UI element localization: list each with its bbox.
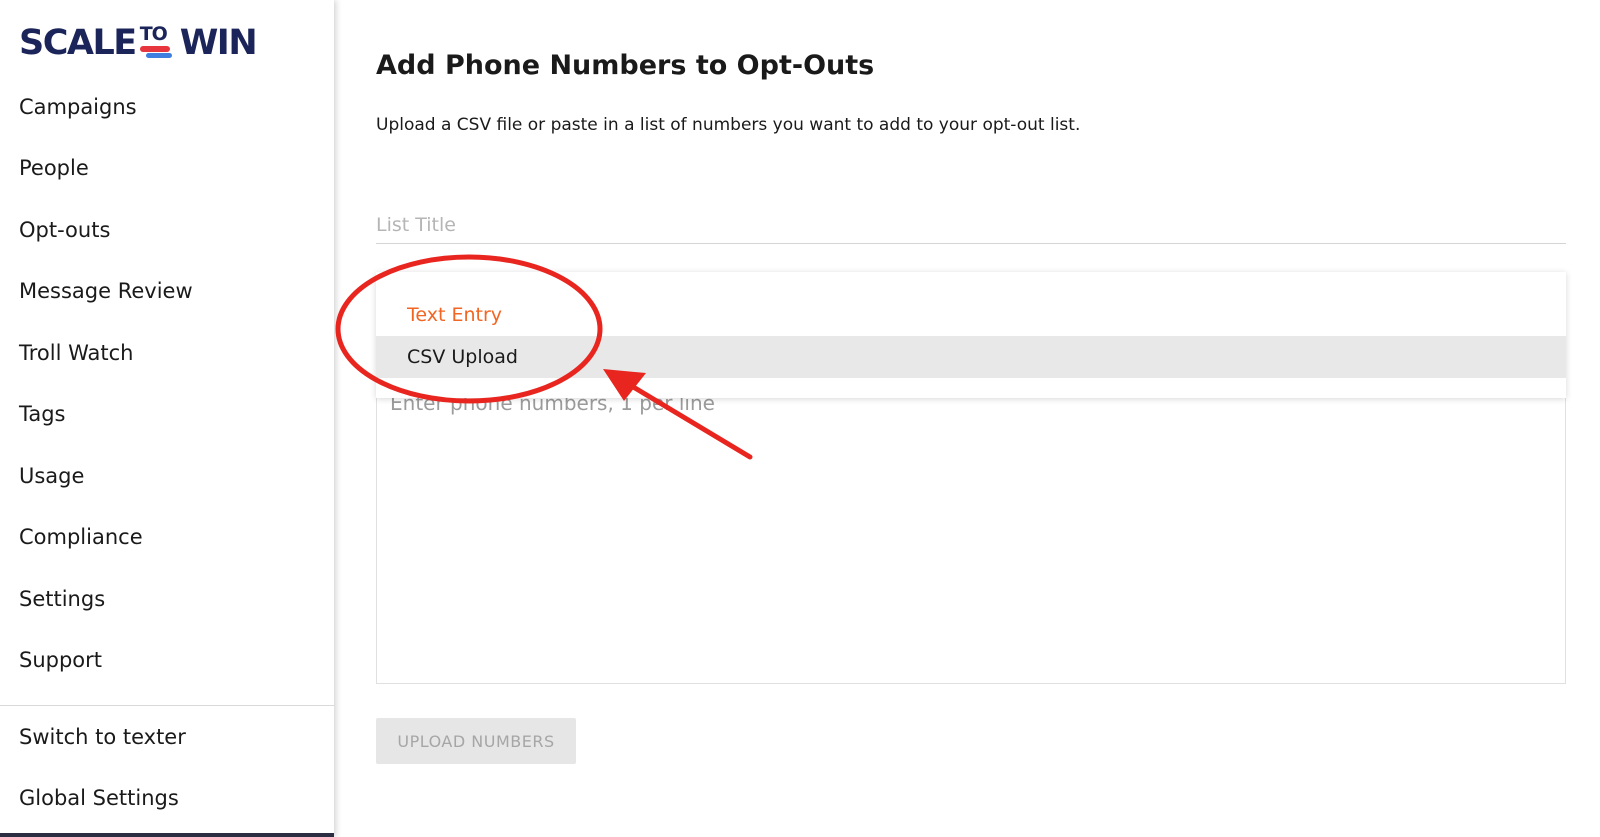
logo-red-stripe bbox=[139, 46, 170, 52]
logo-to-mark: TO bbox=[138, 22, 178, 62]
logo-text-win: WIN bbox=[179, 23, 258, 63]
logo-blue-stripe bbox=[145, 53, 172, 58]
sidebar-bottom-edge bbox=[0, 833, 334, 837]
sidebar-item-compliance[interactable]: Compliance bbox=[19, 517, 319, 557]
sidebar-item-global-settings[interactable]: Global Settings bbox=[19, 778, 319, 818]
logo-text-to: TO bbox=[139, 23, 168, 45]
sidebar-item-troll-watch[interactable]: Troll Watch bbox=[19, 333, 319, 373]
dropdown-option-text-entry[interactable]: Text Entry bbox=[376, 294, 1566, 336]
dropdown-option-csv-upload[interactable]: CSV Upload bbox=[376, 336, 1566, 378]
sidebar: SCALE TO WIN Campaigns People Opt-outs M… bbox=[0, 0, 334, 837]
list-title-input[interactable] bbox=[376, 206, 1566, 244]
sidebar-item-opt-outs[interactable]: Opt-outs bbox=[19, 210, 319, 250]
page-description: Upload a CSV file or paste in a list of … bbox=[376, 115, 1081, 135]
sidebar-item-support[interactable]: Support bbox=[19, 640, 319, 680]
logo-text-scale: SCALE bbox=[19, 23, 137, 63]
page-title: Add Phone Numbers to Opt-Outs bbox=[376, 50, 875, 81]
entry-mode-dropdown-menu: Text Entry CSV Upload bbox=[376, 272, 1566, 398]
sidebar-item-tags[interactable]: Tags bbox=[19, 394, 319, 434]
sidebar-item-people[interactable]: People bbox=[19, 148, 319, 188]
sidebar-item-message-review[interactable]: Message Review bbox=[19, 271, 319, 311]
sidebar-item-switch-to-texter[interactable]: Switch to texter bbox=[19, 717, 319, 757]
upload-numbers-button[interactable]: UPLOAD NUMBERS bbox=[376, 718, 576, 764]
main-content: Add Phone Numbers to Opt-Outs Upload a C… bbox=[334, 0, 1600, 837]
sidebar-item-campaigns[interactable]: Campaigns bbox=[19, 87, 319, 127]
phone-numbers-textarea[interactable] bbox=[376, 385, 1566, 684]
sidebar-item-usage[interactable]: Usage bbox=[19, 456, 319, 496]
scale-to-win-logo[interactable]: SCALE TO WIN bbox=[19, 18, 258, 63]
sidebar-item-settings[interactable]: Settings bbox=[19, 579, 319, 619]
sidebar-divider bbox=[0, 705, 334, 706]
